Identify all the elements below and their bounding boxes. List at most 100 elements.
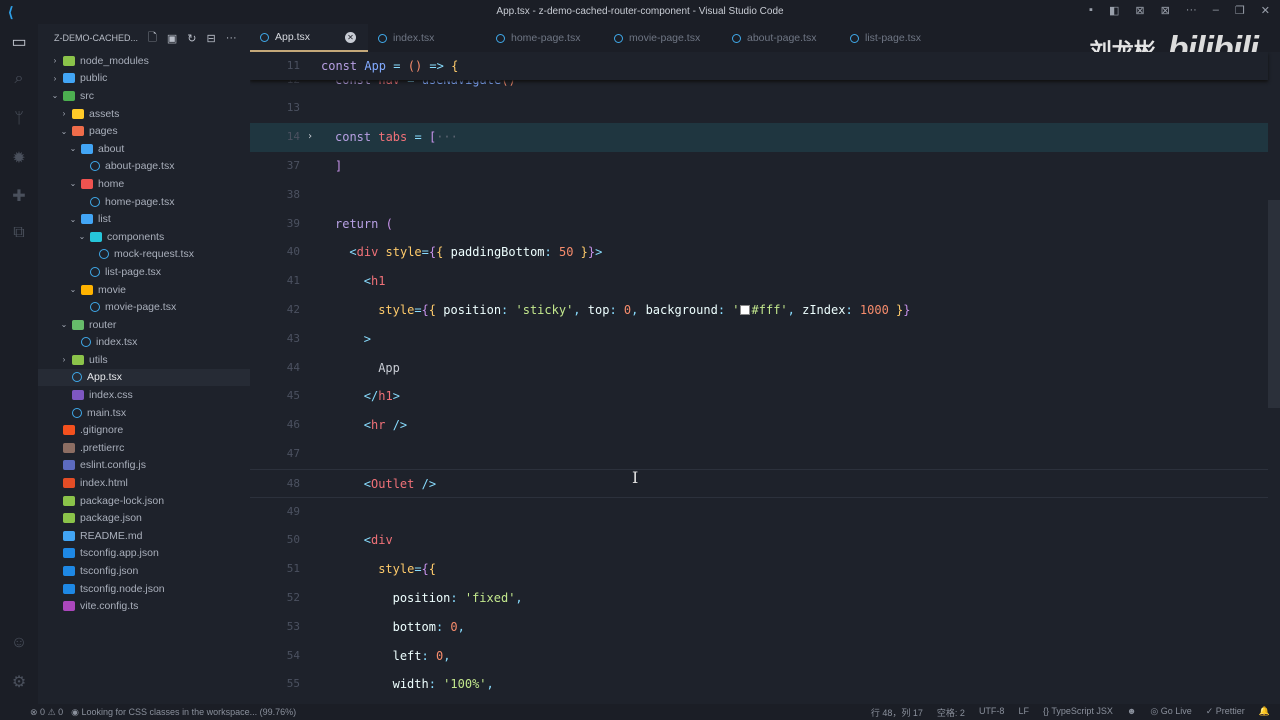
code-line[interactable]: 50 <div [250, 526, 1268, 555]
sticky-scroll-line[interactable]: 11 const App = () => { [250, 52, 1268, 80]
code-line[interactable]: 51 style={{ [250, 555, 1268, 584]
tree-item[interactable]: home-page.tsx [38, 193, 250, 211]
chevron-down-icon: ⌄ [60, 320, 68, 330]
tree-item[interactable]: ⌄ about [38, 140, 250, 158]
restore-button[interactable]: ❐ [1235, 4, 1245, 17]
debug-icon[interactable]: ✹ [9, 148, 29, 168]
code-line[interactable]: 41 <h1 [250, 267, 1268, 296]
tree-item[interactable]: tsconfig.app.json [38, 545, 250, 563]
tree-item[interactable]: about-page.tsx [38, 158, 250, 176]
notifications-icon[interactable]: 🔔 [1259, 706, 1270, 719]
copilot-icon[interactable]: ☻ [1127, 706, 1136, 719]
code-line[interactable]: 53 bottom: 0, [250, 613, 1268, 642]
tree-item[interactable]: App.tsx [38, 368, 250, 387]
tree-item[interactable]: index.html [38, 474, 250, 492]
code-line[interactable]: 54 left: 0, [250, 642, 1268, 671]
tree-item[interactable]: eslint.config.js [38, 457, 250, 475]
account-icon[interactable]: ☺ [9, 634, 29, 654]
code-line[interactable]: 13 [250, 94, 1268, 123]
tree-item[interactable]: ⌄ pages [38, 122, 250, 140]
tab-App-tsx[interactable]: App.tsx ✕ [250, 24, 368, 52]
cursor-position[interactable]: 行 48，列 17 [871, 706, 923, 719]
explorer-icon[interactable]: ▭ [9, 32, 29, 52]
layout-icon[interactable]: ▪ [1089, 4, 1093, 17]
collapse-all-icon[interactable]: ⊟ [206, 32, 215, 45]
tree-item[interactable]: .gitignore [38, 421, 250, 439]
tree-item[interactable]: tsconfig.node.json [38, 580, 250, 598]
tree-item[interactable]: ⌄ movie [38, 281, 250, 299]
tree-item[interactable]: package-lock.json [38, 492, 250, 510]
color-swatch-icon[interactable] [739, 304, 750, 315]
language-mode[interactable]: {} TypeScript JSX [1043, 706, 1113, 719]
tree-item[interactable]: ⌄ src [38, 87, 250, 105]
code-line[interactable]: 44 App [250, 354, 1268, 383]
tree-item[interactable]: › assets [38, 105, 250, 123]
tree-item[interactable]: ⌄ components [38, 228, 250, 246]
settings-gear-icon[interactable]: ⚙ [9, 672, 29, 692]
remote-explorer-icon[interactable]: ⧉ [9, 224, 29, 244]
go-live-button[interactable]: ◎ Go Live [1150, 706, 1191, 719]
tree-item[interactable]: .prettierrc [38, 439, 250, 457]
toggle-secondary-icon[interactable]: ⊠ [1161, 4, 1170, 17]
tree-item[interactable]: movie-page.tsx [38, 298, 250, 316]
end-of-line[interactable]: LF [1018, 706, 1029, 719]
refresh-icon[interactable]: ↻ [187, 32, 196, 45]
more-actions-icon[interactable]: ··· [226, 32, 237, 44]
tree-item[interactable]: › public [38, 70, 250, 88]
encoding[interactable]: UTF-8 [979, 706, 1005, 719]
code-line[interactable]: 42 style={{ position: 'sticky', top: 0, b… [250, 296, 1268, 325]
problems-indicator[interactable]: ⊗ 0 ⚠ 0 [30, 707, 63, 718]
code-line[interactable]: 37] [250, 152, 1268, 181]
prettier-button[interactable]: ✓ Prettier [1206, 706, 1245, 719]
tree-item[interactable]: list-page.tsx [38, 263, 250, 281]
tree-item[interactable]: ⌄ home [38, 175, 250, 193]
minimize-button[interactable]: – [1213, 4, 1219, 17]
editor-scrollbar[interactable] [1268, 200, 1280, 408]
code-line[interactable]: 45 </h1> [250, 382, 1268, 411]
code-line[interactable]: 52 position: 'fixed', [250, 584, 1268, 613]
more-icon[interactable]: ··· [1186, 4, 1197, 17]
code-line[interactable]: 39 return ( [250, 210, 1268, 239]
tab-about-page-tsx[interactable]: about-page.tsx [722, 24, 840, 52]
extensions-icon[interactable]: ✚ [9, 186, 29, 206]
code-line[interactable]: 43 > [250, 325, 1268, 354]
tree-item[interactable]: tsconfig.json [38, 562, 250, 580]
code-line[interactable]: 47 [250, 440, 1268, 469]
tree-item[interactable]: main.tsx [38, 404, 250, 422]
code-line[interactable]: 46 <hr /> [250, 411, 1268, 440]
tab-home-page-tsx[interactable]: home-page.tsx [486, 24, 604, 52]
code-line[interactable]: 49 [250, 498, 1268, 527]
code-line[interactable]: 48 <Outlet /> [250, 468, 1268, 498]
indentation[interactable]: 空格: 2 [937, 706, 965, 719]
tree-item[interactable]: index.css [38, 386, 250, 404]
code-line[interactable]: 14 › const tabs = [··· [250, 123, 1268, 152]
tab-close-icon[interactable]: ✕ [345, 31, 356, 43]
close-button[interactable]: ✕ [1261, 4, 1270, 17]
fold-chevron-icon[interactable]: › [307, 123, 313, 152]
code-line[interactable]: 55 width: '100%', [250, 670, 1268, 699]
code-line[interactable]: 38 [250, 181, 1268, 210]
tree-item[interactable]: vite.config.ts [38, 597, 250, 615]
tree-item[interactable]: › utils [38, 351, 250, 369]
new-folder-icon[interactable]: ▣ [167, 32, 177, 45]
tree-item[interactable]: README.md [38, 527, 250, 545]
tab-list-page-tsx[interactable]: list-page.tsx [840, 24, 958, 52]
tree-item[interactable]: package.json [38, 509, 250, 527]
code-line[interactable]: 40 <div style={{ paddingBottom: 50 }}> [250, 238, 1268, 267]
tree-item[interactable]: ⌄ router [38, 316, 250, 334]
new-file-icon[interactable]: 🗋 [148, 29, 157, 48]
tab-movie-page-tsx[interactable]: movie-page.tsx [604, 24, 722, 52]
react-file-icon [850, 33, 859, 43]
source-control-icon[interactable]: ᛘ [9, 110, 29, 130]
code-editor[interactable]: 11const App = () => { 12const nav = useN… [250, 52, 1280, 704]
search-icon[interactable]: ⌕ [9, 70, 29, 90]
tree-item[interactable]: ⌄ list [38, 210, 250, 228]
tab-index-tsx[interactable]: index.tsx [368, 24, 486, 52]
tree-item[interactable]: mock-request.tsx [38, 246, 250, 264]
tree-item[interactable]: › node_modules [38, 52, 250, 70]
code-token: { [421, 302, 429, 317]
toggle-panel-icon[interactable]: ⊠ [1135, 4, 1144, 17]
tree-item[interactable]: index.tsx [38, 334, 250, 352]
toggle-sidebar-icon[interactable]: ◧ [1109, 4, 1119, 17]
tree-item-label: router [89, 318, 117, 331]
